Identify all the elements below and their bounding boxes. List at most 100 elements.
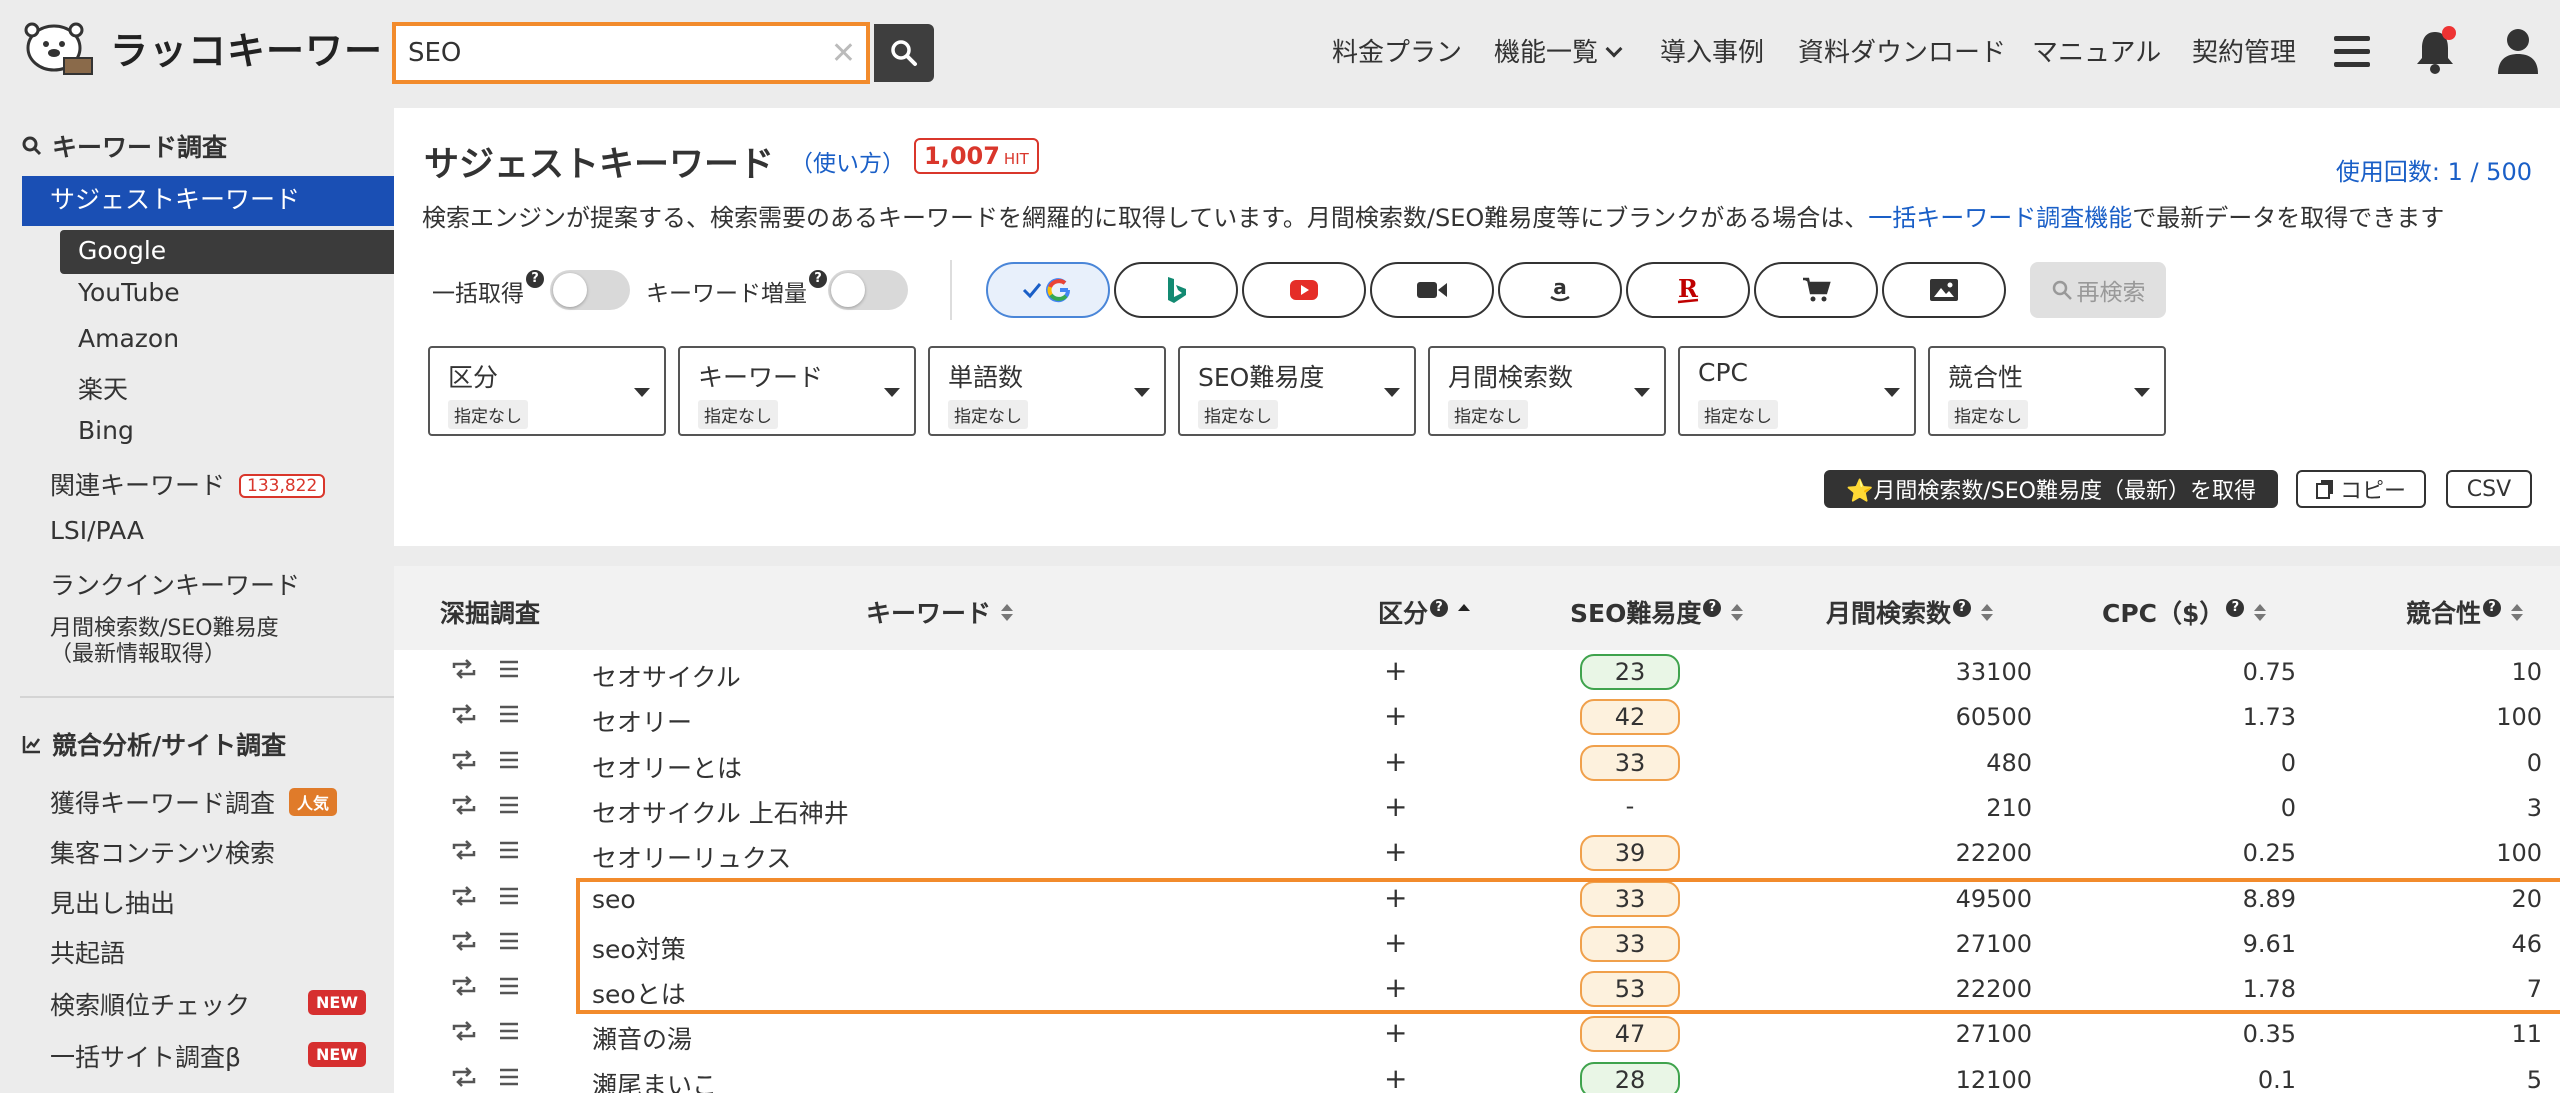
th-seo-difficulty[interactable]: SEO難易度? [1570, 594, 1744, 630]
sidebar-item-headings[interactable]: 見出し抽出 [50, 884, 175, 920]
list-menu-icon[interactable] [498, 839, 520, 861]
help-icon[interactable]: ? [1430, 599, 1449, 617]
nav-contract[interactable]: 契約管理 [2192, 32, 2296, 69]
list-menu-icon[interactable] [498, 658, 520, 680]
nav-features[interactable]: 機能一覧 [1494, 32, 1623, 69]
csv-button[interactable]: CSV [2446, 470, 2532, 508]
engine-bing-button[interactable] [1114, 262, 1238, 318]
th-competition[interactable]: 競合性? [2406, 594, 2524, 630]
nav-pricing[interactable]: 料金プラン [1332, 32, 1462, 69]
sidebar-item-rankin[interactable]: ランクインキーワード [50, 566, 300, 602]
list-menu-icon[interactable] [498, 749, 520, 771]
list-menu-icon[interactable] [498, 930, 520, 952]
add-icon[interactable]: + [1384, 835, 1407, 868]
help-icon[interactable]: ? [526, 270, 544, 288]
engine-rakuten-button[interactable]: R [1626, 262, 1750, 318]
add-icon[interactable]: + [1384, 654, 1407, 687]
fetch-latest-button[interactable]: ⭐月間検索数/SEO難易度（最新）を取得 [1824, 470, 2278, 508]
sidebar-sub-amazon[interactable]: Amazon [78, 324, 179, 353]
copy-button[interactable]: コピー [2296, 470, 2426, 508]
engine-youtube-button[interactable] [1242, 262, 1366, 318]
engine-google-button[interactable] [986, 262, 1110, 318]
repeat-icon[interactable] [450, 975, 478, 997]
keyword-cell[interactable]: セオリー [592, 703, 692, 739]
repeat-icon[interactable] [450, 885, 478, 907]
howto-link[interactable]: （使い方） [790, 144, 905, 178]
filter-keyword[interactable]: キーワード 指定なし [678, 346, 916, 436]
keyword-cell[interactable]: セオサイクル [592, 658, 741, 694]
nav-case-studies[interactable]: 導入事例 [1660, 32, 1764, 69]
keyword-increase-toggle[interactable] [828, 270, 908, 310]
add-icon[interactable]: + [1384, 926, 1407, 959]
add-icon[interactable]: + [1384, 881, 1407, 914]
help-icon[interactable]: ? [1953, 599, 1972, 617]
th-monthly-volume[interactable]: 月間検索数? [1826, 594, 1994, 630]
th-category[interactable]: 区分? [1378, 594, 1471, 630]
keyword-cell[interactable]: セオリーとは [592, 749, 742, 785]
logo[interactable]: ラッコキーワード [20, 18, 422, 76]
sidebar-sub-google[interactable]: Google [60, 230, 394, 274]
nav-manual[interactable]: マニュアル [2032, 32, 2161, 69]
help-icon[interactable]: ? [1703, 599, 1722, 617]
sidebar-item-rank-check[interactable]: 検索順位チェック [50, 986, 250, 1022]
repeat-icon[interactable] [450, 839, 478, 861]
add-icon[interactable]: + [1384, 1062, 1407, 1093]
sidebar-item-related[interactable]: 関連キーワード 133,822 [50, 466, 326, 502]
hamburger-menu-icon[interactable] [2334, 36, 2370, 68]
keyword-cell[interactable]: 瀬音の湯 [592, 1020, 692, 1056]
add-icon[interactable]: + [1384, 1016, 1407, 1049]
filter-cpc[interactable]: CPC 指定なし [1678, 346, 1916, 436]
list-menu-icon[interactable] [498, 975, 520, 997]
filter-monthly-volume[interactable]: 月間検索数 指定なし [1428, 346, 1666, 436]
sidebar-item-content-search[interactable]: 集客コンテンツ検索 [50, 834, 275, 870]
keyword-search-input[interactable] [396, 26, 816, 80]
search-button[interactable] [874, 24, 934, 82]
list-menu-icon[interactable] [498, 1066, 520, 1088]
sidebar-sub-rakuten[interactable]: 楽天 [78, 370, 128, 406]
help-icon[interactable]: ? [2483, 599, 2502, 617]
engine-amazon-button[interactable]: a [1498, 262, 1622, 318]
user-account-icon[interactable] [2496, 26, 2540, 76]
help-icon[interactable]: ? [809, 270, 827, 288]
notification-bell-icon[interactable] [2412, 26, 2458, 76]
repeat-icon[interactable] [450, 930, 478, 952]
repeat-icon[interactable] [450, 703, 478, 725]
repeat-icon[interactable] [450, 1020, 478, 1042]
list-menu-icon[interactable] [498, 794, 520, 816]
add-icon[interactable]: + [1384, 699, 1407, 732]
engine-shopping-button[interactable] [1754, 262, 1878, 318]
sidebar-item-acquired[interactable]: 獲得キーワード調査 人気 [50, 784, 338, 820]
bulk-fetch-toggle[interactable] [550, 270, 630, 310]
help-icon[interactable]: ? [2226, 599, 2245, 617]
list-menu-icon[interactable] [498, 1020, 520, 1042]
sidebar-item-bulk-site[interactable]: 一括サイト調査β [50, 1038, 241, 1074]
repeat-icon[interactable] [450, 658, 478, 680]
keyword-cell[interactable]: セオサイクル 上石神井 [592, 794, 849, 830]
clear-icon[interactable]: ✕ [831, 36, 856, 71]
bulk-keyword-link[interactable]: 一括キーワード調査機能 [1868, 204, 2132, 232]
add-icon[interactable]: + [1384, 745, 1407, 778]
filter-competition[interactable]: 競合性 指定なし [1928, 346, 2166, 436]
keyword-cell[interactable]: seo [592, 885, 636, 914]
repeat-icon[interactable] [450, 749, 478, 771]
add-icon[interactable]: + [1384, 790, 1407, 823]
sidebar-item-monthly[interactable]: 月間検索数/SEO難易度 （最新情報取得） [50, 616, 279, 668]
filter-category[interactable]: 区分 指定なし [428, 346, 666, 436]
sidebar-item-lsi[interactable]: LSI/PAA [50, 516, 144, 545]
keyword-cell[interactable]: seo対策 [592, 930, 686, 966]
repeat-icon[interactable] [450, 794, 478, 816]
filter-word-count[interactable]: 単語数 指定なし [928, 346, 1166, 436]
keyword-cell[interactable]: 瀬尾まいこ [592, 1066, 717, 1093]
engine-image-button[interactable] [1882, 262, 2006, 318]
research-button[interactable]: 再検索 [2030, 262, 2166, 318]
sidebar-sub-bing[interactable]: Bing [78, 416, 134, 445]
keyword-cell[interactable]: seoとは [592, 975, 686, 1011]
keyword-cell[interactable]: セオリーリュクス [592, 839, 791, 875]
engine-video-button[interactable] [1370, 262, 1494, 318]
filter-seo-difficulty[interactable]: SEO難易度 指定なし [1178, 346, 1416, 436]
sidebar-item-cooccurrence[interactable]: 共起語 [50, 934, 125, 970]
th-cpc[interactable]: CPC（$）? [2102, 594, 2267, 630]
list-menu-icon[interactable] [498, 703, 520, 725]
list-menu-icon[interactable] [498, 885, 520, 907]
nav-download[interactable]: 資料ダウンロード [1798, 32, 2006, 69]
